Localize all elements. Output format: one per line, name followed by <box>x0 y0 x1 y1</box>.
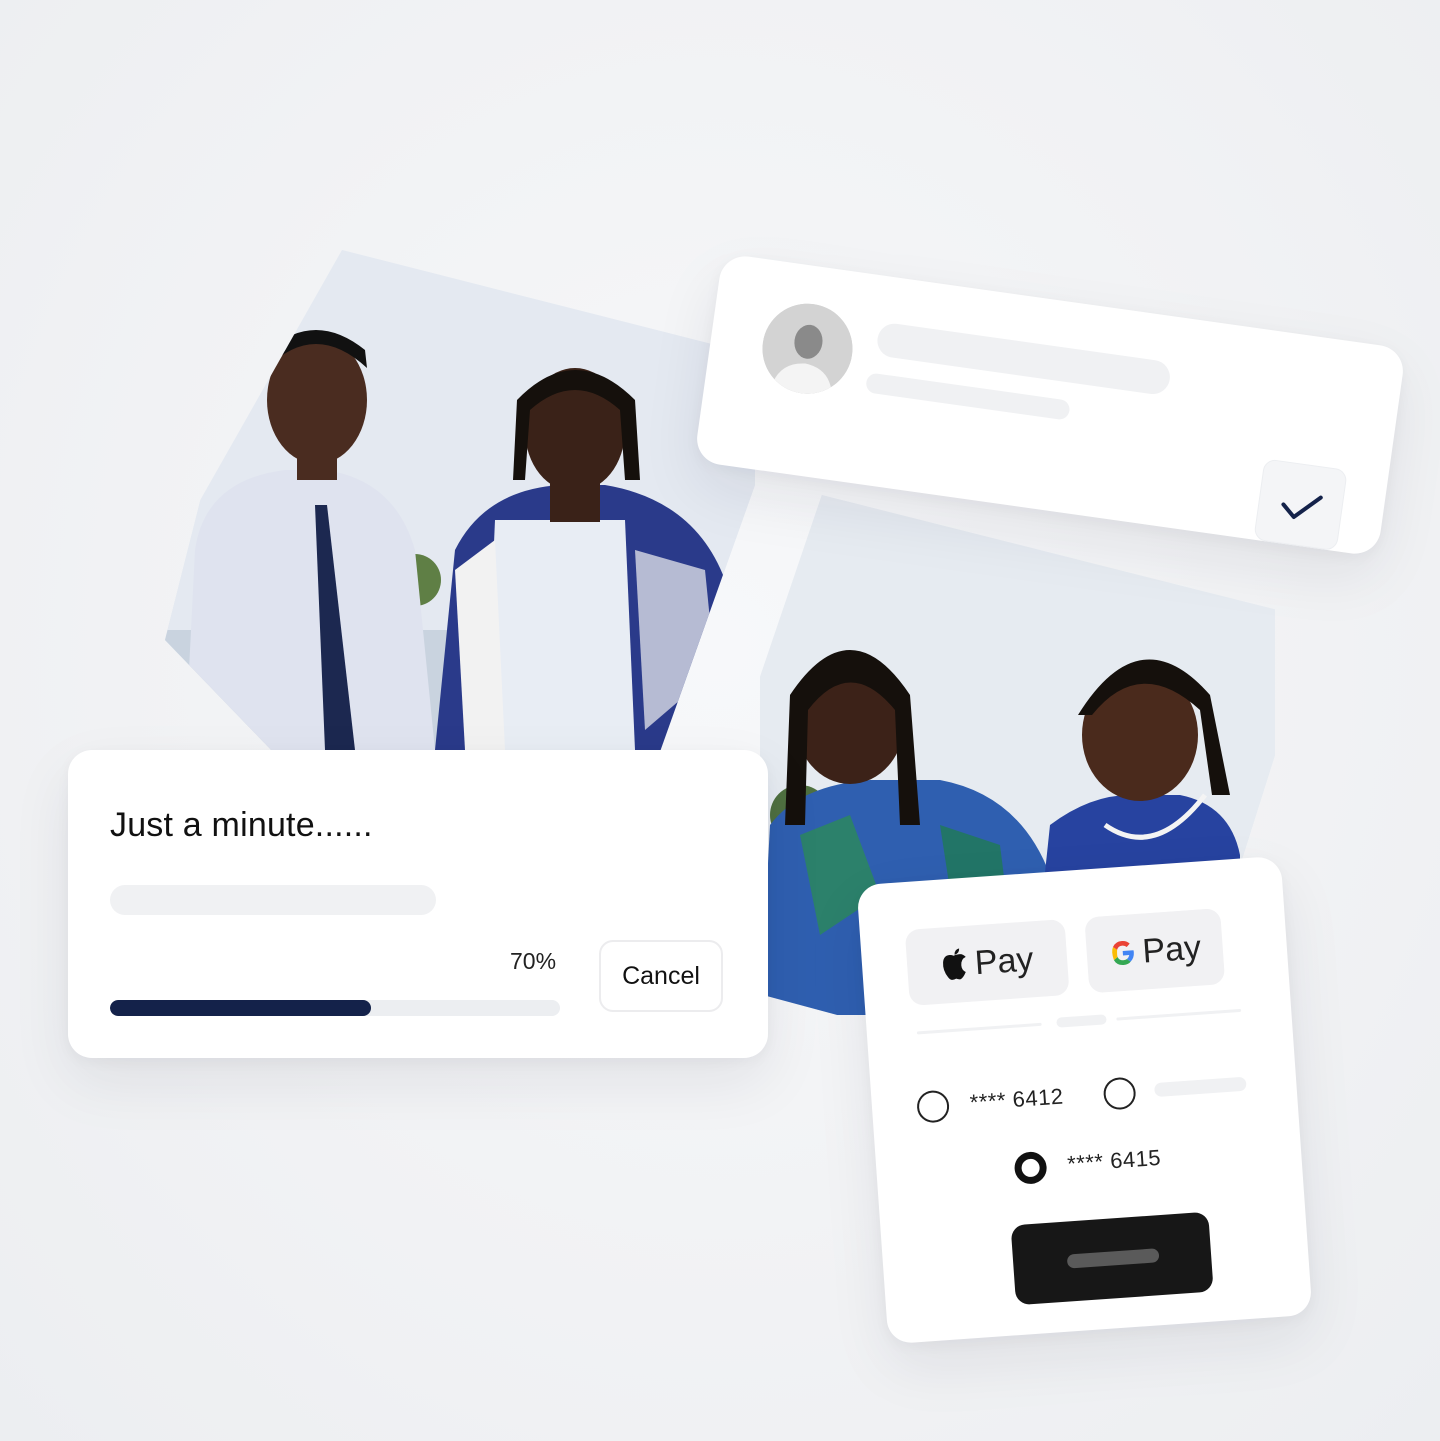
card-number-6412: **** 6412 <box>969 1083 1065 1115</box>
progress-fill <box>110 1000 372 1016</box>
divider-middle <box>1056 1014 1107 1028</box>
subtitle-placeholder <box>864 372 1071 421</box>
progress-dialog: Just a minute...... 70% Cancel <box>68 750 768 1058</box>
apple-pay-label: Pay <box>973 939 1035 982</box>
dialog-title: Just a minute...... <box>110 806 373 844</box>
pay-submit-button[interactable] <box>1010 1211 1214 1306</box>
progress-track <box>110 1000 560 1016</box>
apple-logo-icon <box>942 948 966 980</box>
profile-card <box>693 253 1407 557</box>
payment-card: Pay Pay **** 6412 **** 6415 <box>856 855 1313 1345</box>
button-label-placeholder <box>1066 1248 1160 1269</box>
message-placeholder <box>110 885 436 915</box>
google-pay-label: Pay <box>1141 928 1203 971</box>
person-avatar-icon <box>756 297 859 400</box>
people-illustration-top <box>165 250 755 750</box>
card-number-placeholder <box>1153 1076 1247 1098</box>
confirm-checkbox[interactable] <box>1253 458 1348 552</box>
divider-right <box>1116 1008 1242 1021</box>
checkmark-icon <box>1281 495 1323 520</box>
team-photo-top <box>165 250 755 750</box>
google-logo-icon <box>1111 940 1134 965</box>
cancel-button[interactable]: Cancel <box>599 940 723 1012</box>
card-radio-other[interactable] <box>1102 1076 1137 1111</box>
card-number-6415: **** 6415 <box>1066 1144 1162 1177</box>
divider-left <box>916 1022 1042 1035</box>
google-pay-button[interactable]: Pay <box>1084 908 1226 994</box>
apple-pay-button[interactable]: Pay <box>904 918 1070 1006</box>
avatar <box>756 297 859 400</box>
card-radio-6415[interactable] <box>1013 1150 1048 1186</box>
card-radio-6412[interactable] <box>916 1089 951 1124</box>
progress-percent: 70% <box>510 948 557 974</box>
